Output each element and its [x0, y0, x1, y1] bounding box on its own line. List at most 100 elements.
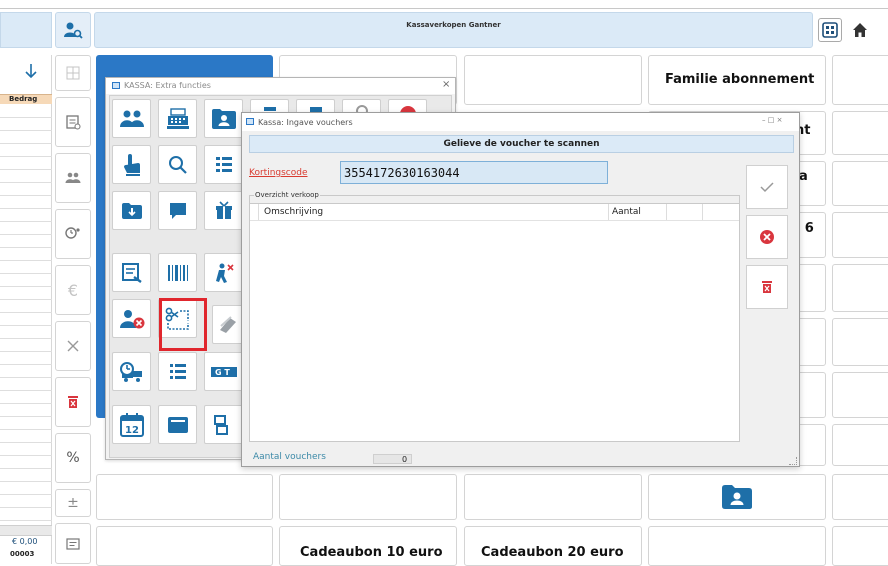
product-tile[interactable]	[832, 424, 888, 466]
product-tile-cadeau-20[interactable]: Cadeaubon 20 euro	[464, 526, 642, 566]
grid-line	[0, 299, 52, 300]
register-list-icon	[214, 414, 228, 435]
voucher-count-label: Aantal vouchers	[253, 452, 326, 462]
users-icon	[119, 110, 144, 127]
product-tile[interactable]	[832, 111, 888, 155]
cancel-line-button[interactable]	[55, 321, 91, 371]
product-tile[interactable]	[832, 474, 888, 520]
time-user-button[interactable]	[55, 209, 91, 259]
product-label: Cadeaubon 20 euro	[481, 545, 624, 560]
grid-line	[0, 403, 52, 404]
confirm-button[interactable]	[746, 165, 788, 209]
cash-register-button[interactable]	[158, 99, 197, 138]
grid-line	[0, 390, 52, 391]
product-tile[interactable]	[464, 474, 642, 520]
access-button[interactable]	[204, 253, 243, 292]
wallet-icon	[167, 416, 188, 433]
customer-card-tile[interactable]	[648, 474, 826, 520]
receipt-edit-button[interactable]	[112, 253, 151, 292]
grid-line	[0, 494, 52, 495]
list-button[interactable]	[204, 145, 243, 184]
grid-view-button[interactable]	[818, 18, 842, 42]
cancel-button[interactable]	[746, 215, 788, 259]
home-button[interactable]	[848, 18, 872, 42]
percent-icon: %	[66, 450, 80, 466]
search-button[interactable]	[158, 145, 197, 184]
customers-button[interactable]	[55, 153, 91, 203]
column-quantity[interactable]: Aantal	[612, 207, 641, 217]
window-titlebar: Kassa: Ingave vouchers – □ ×	[242, 113, 799, 131]
product-tile[interactable]	[96, 474, 273, 520]
user-folder-icon	[722, 485, 752, 509]
search-icon	[168, 155, 187, 174]
voucher-code-input[interactable]	[340, 161, 608, 184]
product-tile[interactable]	[832, 318, 888, 366]
grid-line	[0, 286, 52, 287]
product-tile[interactable]	[832, 526, 888, 566]
register-list-button[interactable]	[204, 405, 244, 444]
sales-overview-group: Overzicht verkoop Omschrijving Aantal	[249, 191, 740, 442]
product-tile-cadeau-10[interactable]: Cadeaubon 10 euro	[279, 526, 457, 566]
delivery-clock-icon	[119, 361, 142, 382]
customer-card-button[interactable]	[204, 99, 243, 138]
product-tile[interactable]	[464, 55, 642, 105]
header-amount: Bedrag	[9, 95, 38, 103]
barcode-button[interactable]	[158, 253, 197, 292]
gift-tag-button[interactable]: G T	[204, 352, 244, 391]
sales-table[interactable]: Omschrijving Aantal	[250, 203, 739, 441]
product-tile[interactable]	[279, 474, 457, 520]
manual-entry-button[interactable]	[112, 145, 151, 184]
members-button[interactable]	[112, 99, 151, 138]
grid-line	[0, 455, 52, 456]
message-button[interactable]	[158, 191, 197, 230]
person-exit-icon	[215, 263, 234, 283]
receipt-icon	[65, 114, 80, 129]
table-view-button[interactable]	[55, 55, 91, 91]
gift-icon	[215, 200, 232, 219]
window-title: KASSA: Extra functies	[124, 81, 211, 90]
voucher-count-field: 0	[373, 454, 412, 464]
column-description[interactable]: Omschrijving	[264, 207, 323, 217]
details-list-button[interactable]	[158, 352, 197, 391]
customer-search-button[interactable]	[55, 12, 91, 48]
grid-line	[0, 351, 52, 352]
product-tile[interactable]	[648, 526, 826, 566]
user-remove-icon	[119, 309, 144, 328]
product-tile-familie[interactable]: Familie abonnement	[648, 55, 826, 105]
calendar-button[interactable]: 12	[112, 405, 151, 444]
currency-button[interactable]: €	[55, 265, 91, 315]
grid-line	[0, 481, 52, 482]
window-titlebar: KASSA: Extra functies ×	[106, 78, 455, 94]
product-tile[interactable]	[832, 212, 888, 258]
discount-button[interactable]: %	[55, 433, 91, 483]
comment-icon	[66, 537, 80, 550]
comment-button[interactable]	[55, 523, 91, 564]
product-tile[interactable]	[832, 161, 888, 206]
users-icon	[65, 172, 81, 183]
resize-grip[interactable]	[789, 457, 797, 465]
window-close-button[interactable]: ×	[442, 79, 450, 90]
delivery-button[interactable]	[112, 352, 151, 391]
product-tile[interactable]	[832, 372, 888, 418]
delete-voucher-button[interactable]	[746, 265, 788, 309]
code-label: Kortingscode	[249, 168, 308, 178]
sort-down-button[interactable]	[24, 63, 42, 81]
product-label: a	[799, 169, 808, 184]
tag-icon: G T	[211, 366, 237, 377]
download-folder-button[interactable]	[112, 191, 151, 230]
voucher-count-value: 0	[402, 455, 408, 464]
delete-button[interactable]	[55, 377, 91, 427]
grid-line	[0, 364, 52, 365]
receipt-button[interactable]	[55, 97, 91, 147]
product-tile[interactable]	[832, 55, 888, 105]
product-tile[interactable]	[832, 264, 888, 312]
gift-button[interactable]	[204, 191, 243, 230]
window-controls[interactable]: – □ ×	[762, 116, 782, 124]
product-tile[interactable]	[96, 526, 273, 566]
grid-line	[0, 195, 52, 196]
wallet-button[interactable]	[158, 405, 197, 444]
money-button[interactable]	[212, 305, 244, 344]
remove-user-button[interactable]	[112, 299, 151, 338]
barcode-icon	[167, 264, 188, 281]
quantity-button[interactable]: ±	[55, 489, 91, 517]
